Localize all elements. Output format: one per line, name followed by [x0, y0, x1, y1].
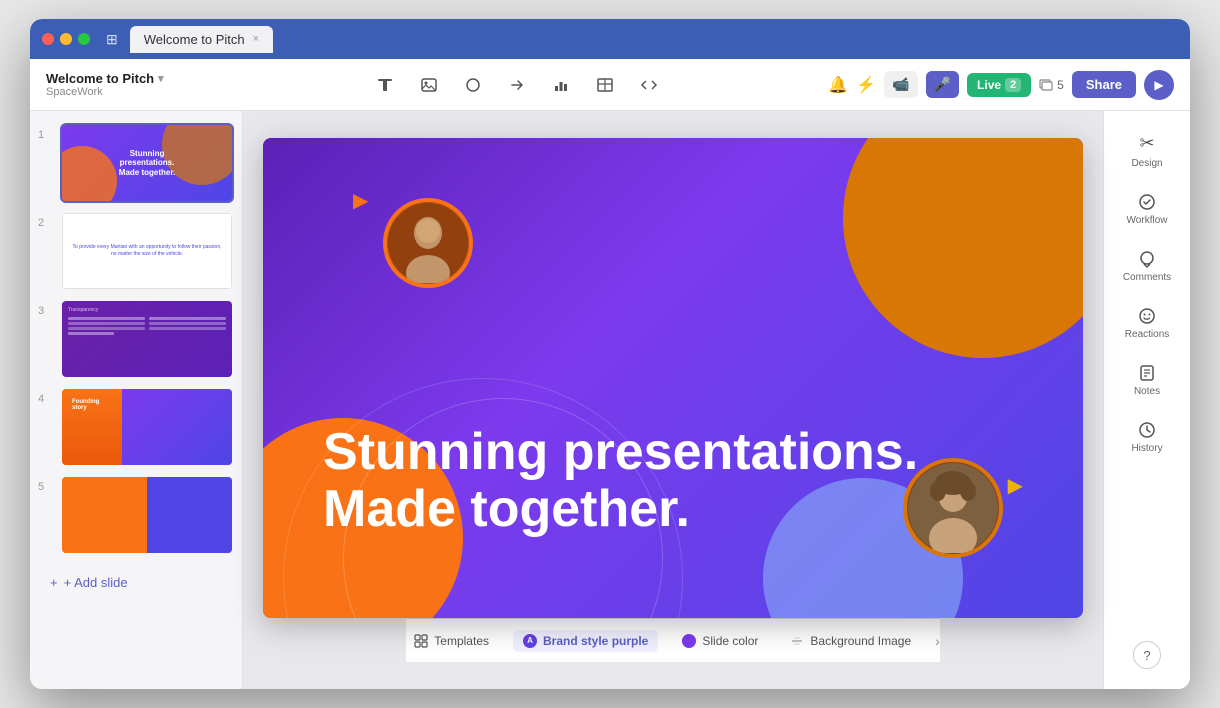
slide-number: 4 [38, 393, 52, 405]
brand-icon: A [523, 634, 537, 648]
reactions-icon [1138, 307, 1156, 325]
canvas-area: ▶ ▶ [243, 111, 1103, 689]
color-dot-icon [682, 634, 696, 648]
workflow-icon [1138, 193, 1156, 211]
active-tab[interactable]: Welcome to Pitch × [130, 26, 273, 53]
mic-button[interactable]: 🎤 [926, 71, 959, 98]
minimize-traffic-light[interactable] [60, 33, 72, 45]
notes-label: Notes [1134, 386, 1160, 397]
slide-number: 3 [38, 305, 52, 317]
slide-thumbnail-2[interactable]: To provide every Martian with an opportu… [60, 211, 234, 291]
notes-panel-item[interactable]: Notes [1109, 354, 1185, 407]
slide-thumbnail-4[interactable]: Foundingstory [60, 387, 234, 467]
brand-label: Brand style purple [543, 634, 648, 648]
more-options-icon[interactable]: › [935, 633, 940, 649]
cursor-arrow-1: ▶ [353, 188, 368, 213]
tab-close-button[interactable]: × [253, 33, 259, 45]
maximize-traffic-light[interactable] [78, 33, 90, 45]
bottom-toolbar: Templates A Brand style purple Slide col… [406, 618, 940, 662]
chart-tool-icon[interactable] [547, 71, 575, 99]
comments-label: Comments [1123, 272, 1171, 283]
slides-counter: 5 [1039, 78, 1064, 92]
list-item[interactable]: 5 [38, 475, 234, 555]
arrow-tool-icon[interactable] [503, 71, 531, 99]
image-tool-icon[interactable] [415, 71, 443, 99]
templates-label: Templates [434, 634, 489, 648]
text-tool-icon[interactable] [371, 71, 399, 99]
slide-thumbnail-5[interactable] [60, 475, 234, 555]
close-traffic-light[interactable] [42, 33, 54, 45]
history-panel-item[interactable]: History [1109, 411, 1185, 464]
slide-color-label: Slide color [702, 634, 758, 648]
help-button[interactable]: ? [1133, 641, 1161, 669]
main-content: 1 Stunning presentations. Made together. [30, 111, 1190, 689]
add-slide-label: + Add slide [64, 575, 128, 590]
slide-thumbnail-3[interactable]: Transparency [60, 299, 234, 379]
slides-panel: 1 Stunning presentations. Made together. [30, 111, 243, 689]
add-slide-button[interactable]: + + Add slide [38, 567, 234, 598]
slide-number: 1 [38, 129, 52, 141]
history-label: History [1131, 443, 1162, 454]
comments-icon [1138, 250, 1156, 268]
add-slide-icon: + [50, 575, 58, 590]
cursor-arrow-2: ▶ [1008, 473, 1023, 498]
slide-number: 2 [38, 217, 52, 229]
grid-icon: ⊞ [106, 31, 118, 48]
brand-style-button[interactable]: A Brand style purple [513, 630, 658, 652]
history-icon [1138, 421, 1156, 439]
avatar-2 [903, 458, 1003, 558]
list-item[interactable]: 3 Transparency [38, 299, 234, 379]
templates-button[interactable]: Templates [406, 630, 497, 652]
lightning-icon[interactable]: ⚡ [856, 75, 876, 95]
avatar-1 [383, 198, 473, 288]
toolbar-actions: 🔔 ⚡ 📹 🎤 Live 2 5 Share ▶ [828, 70, 1174, 100]
reactions-label: Reactions [1125, 329, 1169, 340]
notifications-icon[interactable]: 🔔 [828, 75, 848, 95]
list-item[interactable]: 1 Stunning presentations. Made together. [38, 123, 234, 203]
list-item[interactable]: 2 To provide every Martian with an oppor… [38, 211, 234, 291]
embed-tool-icon[interactable] [635, 71, 663, 99]
document-info: Welcome to Pitch ▾ SpaceWork [46, 71, 206, 98]
workflow-panel-item[interactable]: Workflow [1109, 183, 1185, 236]
slide-color-button[interactable]: Slide color [674, 630, 766, 652]
slide-canvas[interactable]: ▶ ▶ [263, 138, 1083, 618]
design-label: Design [1131, 158, 1162, 169]
app-window: ⊞ Welcome to Pitch × Welcome to Pitch ▾ … [30, 19, 1190, 689]
workflow-label: Workflow [1127, 215, 1168, 226]
live-count: 2 [1005, 78, 1021, 92]
slide-headline: Stunning presentations. Made together. [323, 424, 918, 538]
toolbar-tools [218, 71, 816, 99]
document-title[interactable]: Welcome to Pitch ▾ [46, 71, 206, 86]
table-tool-icon[interactable] [591, 71, 619, 99]
slide-thumbnail-1[interactable]: Stunning presentations. Made together. [60, 123, 234, 203]
traffic-lights [42, 33, 90, 45]
design-icon: ✂ [1139, 133, 1154, 154]
slide-number: 5 [38, 481, 52, 493]
design-panel-item[interactable]: ✂ Design [1109, 123, 1185, 179]
background-label: Background Image [810, 634, 911, 648]
share-button[interactable]: Share [1072, 71, 1136, 98]
video-button[interactable]: 📹 [884, 71, 917, 98]
background-image-button[interactable]: Background Image [782, 630, 919, 652]
play-button[interactable]: ▶ [1144, 70, 1174, 100]
comments-panel-item[interactable]: Comments [1109, 240, 1185, 293]
list-item[interactable]: 4 Foundingstory [38, 387, 234, 467]
tab-label: Welcome to Pitch [144, 32, 245, 47]
notes-icon [1138, 364, 1156, 382]
right-panel: ✂ Design Workflow Comments Reactions Not… [1103, 111, 1190, 689]
chevron-down-icon: ▾ [158, 72, 164, 85]
live-button[interactable]: Live 2 [967, 73, 1031, 97]
title-bar: ⊞ Welcome to Pitch × [30, 19, 1190, 59]
play-icon: ▶ [1154, 78, 1163, 92]
reactions-panel-item[interactable]: Reactions [1109, 297, 1185, 350]
toolbar: Welcome to Pitch ▾ SpaceWork [30, 59, 1190, 111]
workspace-label: SpaceWork [46, 86, 206, 98]
shape-tool-icon[interactable] [459, 71, 487, 99]
live-label: Live [977, 78, 1001, 92]
